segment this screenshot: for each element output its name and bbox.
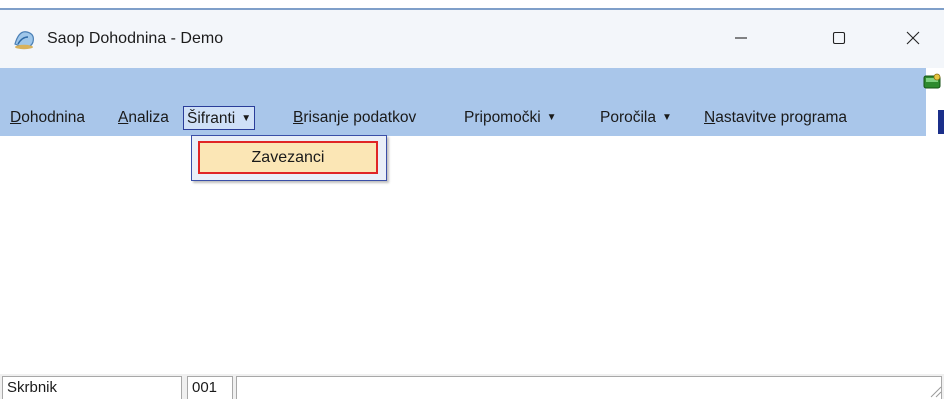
status-user: Skrbnik (2, 376, 182, 399)
window-title: Saop Dohodnina - Demo (47, 30, 224, 47)
menu-accelerator: D (10, 109, 22, 126)
menu-label: ohodnina (21, 109, 85, 126)
minimize-icon (735, 37, 747, 39)
toolbar-edge-marker (938, 110, 944, 134)
close-icon (906, 31, 920, 45)
dropdown-caret-icon: ▼ (241, 113, 252, 124)
menu-porocila[interactable]: Poročila ▼ (596, 106, 676, 130)
menu-pripomocki[interactable]: Pripomočki ▼ (460, 106, 561, 130)
maximize-icon (832, 31, 846, 45)
close-button[interactable] (890, 18, 936, 58)
status-company-code: 001 (187, 376, 233, 399)
menu-label: risanje podatkov (303, 109, 417, 126)
resize-grip-icon[interactable] (928, 384, 942, 398)
menu-label: Šifranti (187, 110, 236, 127)
help-book-icon[interactable] (920, 70, 944, 94)
status-message (236, 376, 942, 399)
menu-label: astavitve programa (715, 109, 848, 126)
dropdown-caret-icon: ▼ (662, 112, 672, 123)
maximize-button[interactable] (816, 18, 862, 58)
menu-label: naliza (128, 109, 169, 126)
window-top-strip (0, 0, 944, 10)
sifranti-dropdown: Zavezanci (191, 135, 387, 181)
title-bar[interactable]: Saop Dohodnina - Demo (0, 10, 944, 69)
minimize-button[interactable] (718, 18, 764, 58)
menu-nastavitve-programa[interactable]: Nastavitve programa (700, 106, 851, 130)
menu-accelerator: A (118, 109, 129, 126)
menu-label: Poročila (600, 109, 656, 126)
app-logo-icon (14, 31, 34, 50)
menu-accelerator: B (293, 109, 304, 126)
menu-dohodnina[interactable]: Dohodnina (6, 106, 89, 130)
menu-sifranti[interactable]: Šifranti ▼ (183, 106, 256, 130)
menu-analiza[interactable]: Analiza (114, 106, 173, 130)
menu-brisanje-podatkov[interactable]: Brisanje podatkov (289, 106, 420, 130)
menu-label: Pripomočki (464, 109, 541, 126)
dropdown-item-zavezanci[interactable]: Zavezanci (198, 141, 378, 174)
menu-accelerator: N (704, 109, 716, 126)
dropdown-caret-icon: ▼ (546, 112, 557, 123)
